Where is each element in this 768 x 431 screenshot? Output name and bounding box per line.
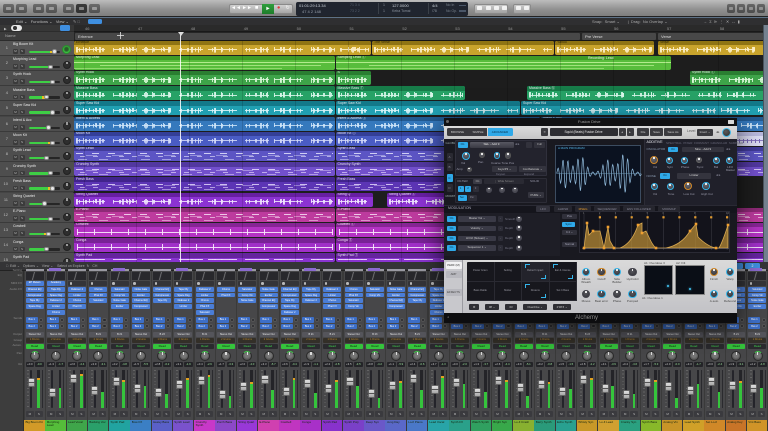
svg-text:5: 5	[646, 211, 648, 215]
svg-text:1: 1	[583, 211, 585, 215]
svg-text:4: 4	[630, 211, 632, 215]
svg-text:6: 6	[662, 211, 664, 215]
svg-text:8: 8	[694, 211, 696, 215]
svg-text:2: 2	[598, 211, 600, 215]
svg-text:9: 9	[710, 211, 712, 215]
svg-text:3: 3	[614, 211, 616, 215]
svg-text:10: 10	[726, 211, 729, 215]
svg-text:7: 7	[678, 211, 680, 215]
